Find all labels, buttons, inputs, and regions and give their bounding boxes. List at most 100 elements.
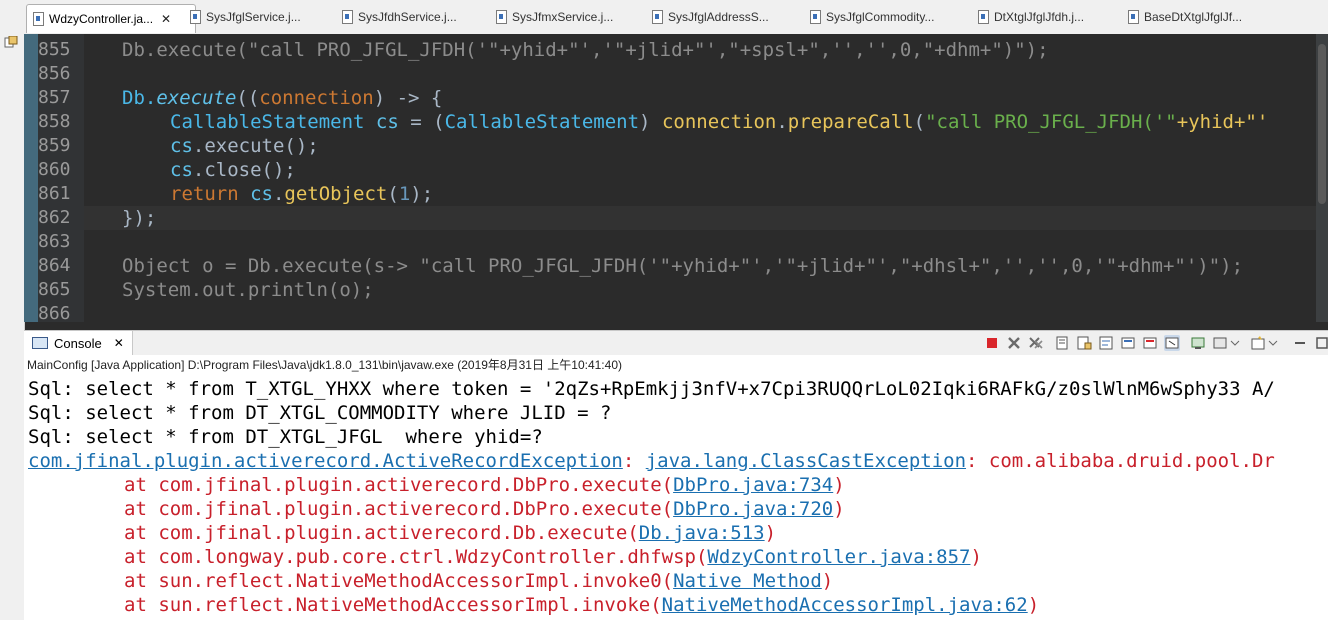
- trace-link[interactable]: DbPro.java:720: [673, 498, 833, 520]
- code-line-865: System.out.println(o);: [122, 279, 374, 301]
- show-console-output-icon[interactable]: [1120, 335, 1136, 351]
- tab-wdzycontroller[interactable]: WdzyController.ja... ✕: [26, 4, 196, 33]
- console-view-header: Console ✕: [24, 330, 1328, 356]
- trace-link[interactable]: Db.java:513: [639, 522, 765, 544]
- line-number: 864: [38, 255, 71, 276]
- code-line-858: CallableStatement cs = (CallableStatemen…: [170, 110, 1268, 134]
- trace-end: ): [833, 498, 845, 520]
- java-file-icon: [342, 10, 353, 24]
- code-line-855: Db.execute("call PRO_JFGL_JFDH('"+yhid+"…: [122, 39, 1049, 61]
- stack-trace-line: at sun.reflect.NativeMethodAccessorImpl.…: [28, 569, 833, 593]
- terminate-icon[interactable]: [984, 335, 1000, 351]
- line-number: 858: [38, 111, 71, 132]
- code-editor[interactable]: 855 856 857 858 859 860 861 862 863 864 …: [24, 34, 1316, 322]
- java-file-icon: [652, 10, 663, 24]
- line-number: 855: [38, 39, 71, 60]
- display-console-icon[interactable]: [1190, 335, 1206, 351]
- trace-end: ): [970, 546, 982, 568]
- trace-link[interactable]: WdzyController.java:857: [707, 546, 970, 568]
- token: .close();: [192, 159, 296, 181]
- current-line-highlight: [84, 206, 1316, 230]
- new-console-icon[interactable]: [1250, 335, 1266, 351]
- java-file-icon: [810, 10, 821, 24]
- token: cs: [375, 111, 399, 133]
- token: ) -> {: [373, 87, 443, 109]
- word-wrap-icon[interactable]: [1098, 335, 1114, 351]
- console-output[interactable]: Sql: select * from T_XTGL_YHXX where tok…: [24, 375, 1328, 620]
- scroll-lock-icon[interactable]: [1076, 335, 1092, 351]
- stack-trace-line: at com.jfinal.plugin.activerecord.DbPro.…: [28, 497, 845, 521]
- exception-link[interactable]: com.jfinal.plugin.activerecord.ActiveRec…: [28, 450, 623, 472]
- stack-trace-line: at com.jfinal.plugin.activerecord.Db.exe…: [28, 521, 776, 545]
- console-line: Sql: select * from T_XTGL_YHXX where tok…: [28, 378, 1275, 400]
- tab-sysjfgladdress[interactable]: SysJfglAddressS...: [652, 4, 802, 30]
- show-console-error-icon[interactable]: [1142, 335, 1158, 351]
- stack-trace-line: at com.longway.pub.core.ctrl.WdzyControl…: [28, 545, 982, 569]
- token: execute: [156, 87, 237, 109]
- line-number: 856: [38, 63, 71, 84]
- line-number: 865: [38, 279, 71, 300]
- line-number: 859: [38, 135, 71, 156]
- trace-link[interactable]: DbPro.java:734: [673, 474, 833, 496]
- tab-label: SysJfglAddressS...: [668, 10, 769, 24]
- trace-end: ): [821, 570, 834, 592]
- console-icon: [32, 337, 48, 349]
- close-tab-icon[interactable]: ✕: [161, 12, 171, 26]
- line-number: 862: [38, 207, 71, 228]
- token: 1: [398, 183, 411, 205]
- token: CallableStatement: [444, 111, 640, 133]
- console-exception-line: com.jfinal.plugin.activerecord.ActiveRec…: [28, 449, 1275, 473]
- tab-sysjfdhservice[interactable]: SysJfdhService.j...: [342, 4, 482, 30]
- pin-console-icon[interactable]: [1164, 335, 1180, 351]
- console-launch-description: MainConfig [Java Application] D:\Program…: [24, 355, 1328, 375]
- exception-link[interactable]: java.lang.ClassCastException: [646, 450, 966, 472]
- token: +yhid+"': [1176, 111, 1269, 133]
- trace-end: ): [1027, 594, 1040, 616]
- line-number: 863: [38, 231, 71, 252]
- close-console-icon[interactable]: ✕: [114, 336, 124, 350]
- trace-text: at sun.reflect.NativeMethodAccessorImpl.…: [124, 594, 662, 616]
- tab-label: SysJfglService.j...: [206, 10, 301, 24]
- token: .: [272, 183, 285, 205]
- trace-link[interactable]: Native Method: [673, 570, 822, 592]
- maximize-icon[interactable]: [1314, 335, 1328, 351]
- clear-console-icon[interactable]: [1054, 335, 1070, 351]
- console-tab[interactable]: Console ✕: [24, 331, 133, 355]
- minimize-icon[interactable]: [1292, 335, 1308, 351]
- tab-label: SysJfglCommodity...: [826, 10, 935, 24]
- stack-trace-line: at sun.reflect.NativeMethodAccessorImpl.…: [28, 593, 1039, 617]
- scrollbar-thumb[interactable]: [1318, 44, 1326, 204]
- tab-label: SysJfdhService.j...: [358, 10, 457, 24]
- console-tab-label: Console: [54, 335, 102, 351]
- tab-dtxtgljfgljfdh[interactable]: DtXtglJfglJfdh.j...: [978, 4, 1118, 30]
- trace-text: at com.jfinal.plugin.activerecord.DbPro.…: [124, 474, 674, 496]
- line-number: 857: [38, 87, 71, 108]
- token: connection: [259, 87, 374, 109]
- restore-view-icon[interactable]: [4, 36, 18, 48]
- chevron-down-icon[interactable]: [1268, 335, 1284, 351]
- editor-tab-bar: WdzyController.ja... ✕ SysJfglService.j.…: [0, 0, 1328, 35]
- trace-link[interactable]: NativeMethodAccessorImpl.java:62: [662, 594, 1028, 616]
- tab-label: SysJfmxService.j...: [512, 10, 614, 24]
- java-file-icon: [978, 10, 989, 24]
- line-number: 860: [38, 159, 71, 180]
- tab-sysjfmxservice[interactable]: SysJfmxService.j...: [496, 4, 638, 30]
- token: return: [170, 183, 251, 205]
- chevron-down-icon[interactable]: [1230, 335, 1246, 351]
- editor-vertical-scrollbar[interactable]: [1316, 34, 1328, 322]
- tab-sysjfglservice[interactable]: SysJfglService.j...: [190, 4, 330, 30]
- token: .: [776, 111, 788, 133]
- token: "call PRO_JFGL_JFDH('": [925, 111, 1177, 133]
- code-line-859: cs.execute();: [170, 134, 319, 158]
- tab-basedtxtgljfgljf[interactable]: BaseDtXtglJfglJf...: [1128, 4, 1268, 30]
- trace-text: at com.longway.pub.core.ctrl.WdzyControl…: [124, 546, 708, 568]
- code-line-864: Object o = Db.execute(s-> "call PRO_JFGL…: [122, 255, 1244, 277]
- remove-all-icon[interactable]: [1028, 335, 1044, 351]
- open-console-icon[interactable]: [1212, 335, 1228, 351]
- tab-sysjfglcommodity[interactable]: SysJfglCommodity...: [810, 4, 970, 30]
- tab-label: WdzyController.ja...: [49, 12, 154, 26]
- code-line-862: });: [122, 207, 157, 229]
- java-file-icon: [190, 10, 201, 24]
- java-file-icon: [33, 12, 44, 26]
- remove-launch-icon[interactable]: [1006, 335, 1022, 351]
